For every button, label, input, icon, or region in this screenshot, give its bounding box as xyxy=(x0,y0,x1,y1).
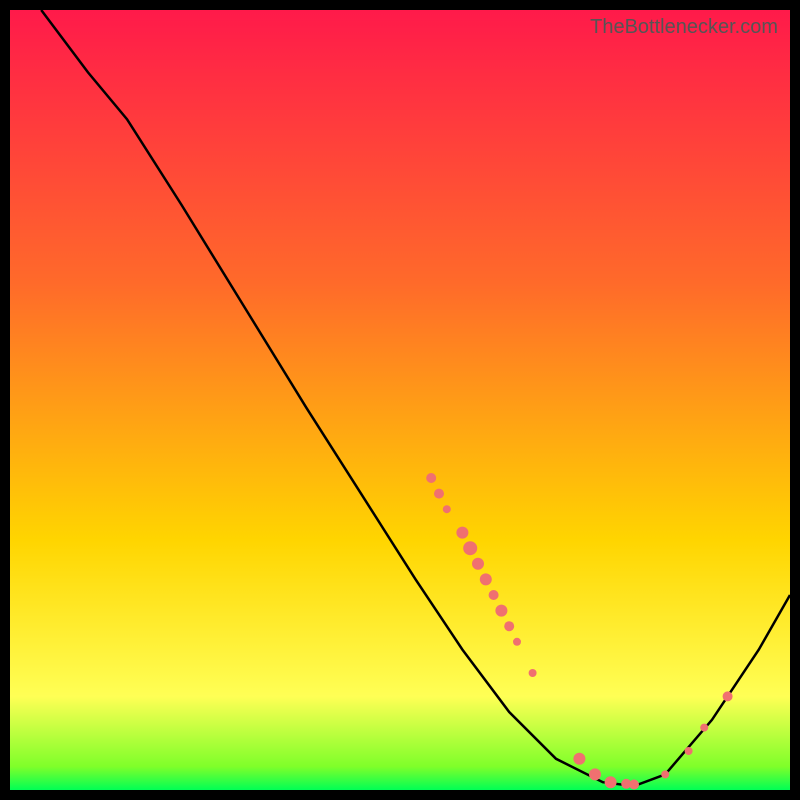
data-point xyxy=(426,473,436,483)
data-point xyxy=(443,505,451,513)
data-point xyxy=(495,605,507,617)
data-point xyxy=(685,747,693,755)
data-point xyxy=(489,590,499,600)
data-point xyxy=(723,691,733,701)
data-point xyxy=(504,621,514,631)
data-point xyxy=(434,489,444,499)
data-point xyxy=(589,768,601,780)
data-point xyxy=(472,558,484,570)
data-point xyxy=(700,724,708,732)
data-point xyxy=(573,753,585,765)
data-point xyxy=(629,780,639,790)
watermark-text: TheBottlenecker.com xyxy=(590,16,778,39)
data-point xyxy=(463,541,477,555)
data-point xyxy=(605,776,617,788)
data-point xyxy=(513,638,521,646)
data-point xyxy=(480,573,492,585)
data-point xyxy=(661,770,669,778)
data-point xyxy=(529,669,537,677)
scatter-points xyxy=(10,10,790,790)
data-point xyxy=(456,527,468,539)
chart-container: TheBottlenecker.com xyxy=(10,10,790,790)
